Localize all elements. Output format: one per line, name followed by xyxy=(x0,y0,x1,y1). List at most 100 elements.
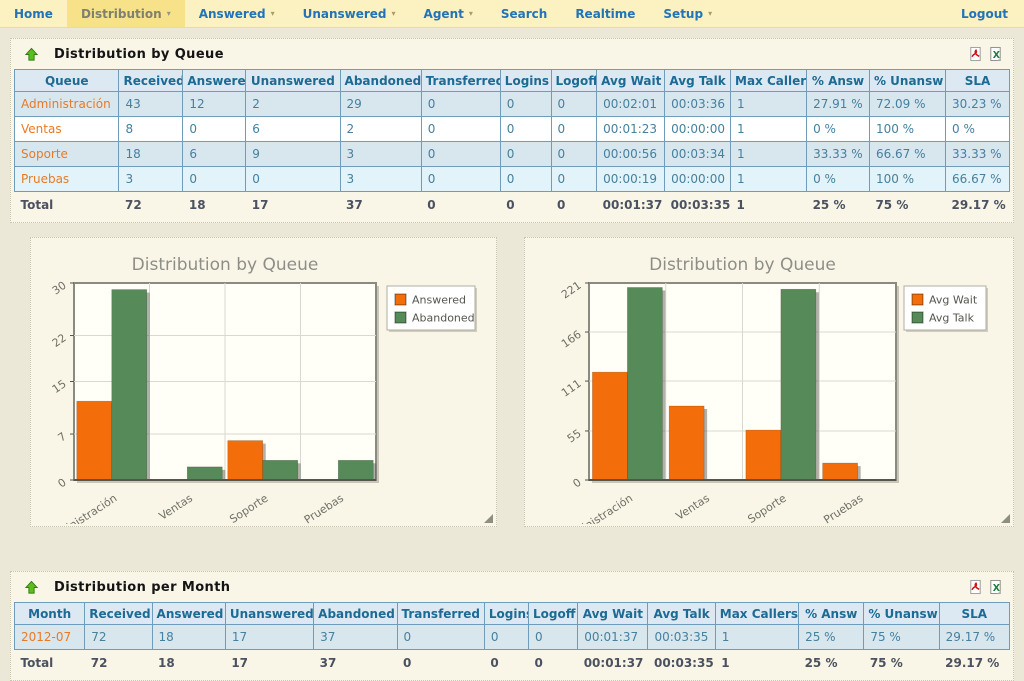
cell: 00:03:36 xyxy=(665,92,731,117)
cell: 37 xyxy=(314,625,397,650)
column-header: Unanswered xyxy=(246,70,340,92)
nav-item-home[interactable]: Home xyxy=(0,0,67,27)
cell: 27.91 % xyxy=(807,92,870,117)
cell: 0 xyxy=(484,625,528,650)
nav-spacer xyxy=(726,0,945,27)
nav-item-setup[interactable]: Setup▾ xyxy=(649,0,726,27)
column-header: % Unansw xyxy=(864,603,939,625)
nav-item-realtime[interactable]: Realtime xyxy=(561,0,649,27)
column-header: Answered xyxy=(183,70,246,92)
cell: 00:00:00 xyxy=(665,167,731,192)
nav-item-distribution[interactable]: Distribution ▾ xyxy=(67,0,185,27)
column-header: % Answ xyxy=(807,70,870,92)
total-cell: 17 xyxy=(246,192,340,217)
column-header: % Unansw xyxy=(869,70,945,92)
svg-text:Ventas: Ventas xyxy=(674,491,713,522)
queue-link[interactable]: Soporte xyxy=(15,142,119,167)
queue-panel-title: Distribution by Queue xyxy=(54,47,224,62)
nav-item-label: Agent xyxy=(424,7,464,21)
cell: 0 % xyxy=(946,117,1010,142)
export-pdf-icon[interactable] xyxy=(967,46,984,63)
cell: 00:03:34 xyxy=(665,142,731,167)
total-cell: 0 xyxy=(551,192,597,217)
cell: 0 % xyxy=(807,167,870,192)
chevron-down-icon: ▾ xyxy=(708,9,712,18)
nav-item-answered[interactable]: Answered▾ xyxy=(185,0,289,27)
cell: 9 xyxy=(246,142,340,167)
top-navbar: HomeDistribution▾Answered▾Unanswered▾Age… xyxy=(0,0,1024,28)
cell: 33.33 % xyxy=(807,142,870,167)
cell: 100 % xyxy=(869,167,945,192)
queue-link[interactable]: Administración xyxy=(15,92,119,117)
svg-text:30: 30 xyxy=(50,279,69,298)
total-cell: 0 xyxy=(421,192,500,217)
column-header: Unanswered xyxy=(225,603,313,625)
svg-text:Administración: Administración xyxy=(559,492,635,524)
cell: 25 % xyxy=(799,625,864,650)
total-cell: 00:01:37 xyxy=(597,192,665,217)
svg-text:Ventas: Ventas xyxy=(157,491,196,522)
distribution-times-chart: Distribution by Queue055111166221Adminis… xyxy=(525,238,1013,527)
cell: 0 xyxy=(183,117,246,142)
collapse-up-icon[interactable] xyxy=(23,46,40,63)
collapse-up-icon[interactable] xyxy=(23,579,40,596)
cell: 6 xyxy=(246,117,340,142)
month-link[interactable]: 2012-07 xyxy=(15,625,85,650)
column-header: Max Callers xyxy=(715,603,798,625)
cell: 0 % xyxy=(807,117,870,142)
chevron-down-icon: ▾ xyxy=(167,9,171,18)
svg-text:22: 22 xyxy=(50,331,69,350)
column-header: Avg Wait xyxy=(578,603,648,625)
chart-panel-times: Distribution by Queue055111166221Adminis… xyxy=(524,237,1014,527)
queue-link[interactable]: Pruebas xyxy=(15,167,119,192)
total-cell: 29.17 % xyxy=(946,192,1010,217)
table-row: 2012-077218173700000:01:3700:03:35125 %7… xyxy=(15,625,1010,650)
month-table: MonthReceivedAnsweredUnansweredAbandoned… xyxy=(14,602,1010,674)
export-pdf-icon[interactable] xyxy=(967,579,984,596)
column-header: SLA xyxy=(946,70,1010,92)
total-row: Total7218173700000:01:3700:03:35125 %75 … xyxy=(15,192,1010,217)
nav-item-label: Distribution xyxy=(81,7,162,21)
nav-item-unanswered[interactable]: Unanswered▾ xyxy=(289,0,410,27)
total-cell: 25 % xyxy=(807,192,870,217)
chevron-down-icon: ▾ xyxy=(392,9,396,18)
cell: 00:01:23 xyxy=(597,117,665,142)
svg-text:Soporte: Soporte xyxy=(227,491,270,524)
cell: 18 xyxy=(152,625,225,650)
chevron-down-icon: ▾ xyxy=(469,9,473,18)
svg-text:0: 0 xyxy=(56,476,69,491)
queue-table: QueueReceivedAnsweredUnansweredAbandoned… xyxy=(14,69,1010,216)
nav-item-label: Realtime xyxy=(575,7,635,21)
month-panel-title: Distribution per Month xyxy=(54,580,230,595)
column-header: Max Callers xyxy=(731,70,807,92)
export-excel-icon[interactable]: X xyxy=(987,579,1004,596)
cell: 1 xyxy=(731,117,807,142)
nav-item-search[interactable]: Search xyxy=(487,0,561,27)
table-row: Ventas806200000:01:2300:00:0010 %100 %0 … xyxy=(15,117,1010,142)
chevron-down-icon: ▾ xyxy=(271,9,275,18)
column-header: Logins xyxy=(484,603,528,625)
cell: 29 xyxy=(340,92,421,117)
column-header: Avg Talk xyxy=(665,70,731,92)
nav-logout[interactable]: Logout xyxy=(945,0,1024,27)
svg-text:Answered: Answered xyxy=(412,294,466,307)
svg-text:Avg Wait: Avg Wait xyxy=(929,294,978,307)
column-header: Logins xyxy=(500,70,551,92)
cell: 00:00:19 xyxy=(597,167,665,192)
svg-text:Distribution by Queue: Distribution by Queue xyxy=(132,255,319,275)
cell: 29.17 % xyxy=(939,625,1009,650)
distribution-calls-chart: Distribution by Queue07152230Administrac… xyxy=(31,238,496,527)
nav-item-agent[interactable]: Agent ▾ xyxy=(410,0,487,27)
nav-item-label: Search xyxy=(501,7,547,21)
resize-grip-icon[interactable] xyxy=(1001,514,1010,523)
export-excel-icon[interactable]: X xyxy=(987,46,1004,63)
svg-text:111: 111 xyxy=(559,377,584,400)
column-header: Month xyxy=(15,603,85,625)
resize-grip-icon[interactable] xyxy=(484,514,493,523)
table-row: Pruebas300300000:00:1900:00:0010 %100 %6… xyxy=(15,167,1010,192)
cell: 6 xyxy=(183,142,246,167)
queue-link[interactable]: Ventas xyxy=(15,117,119,142)
column-header: Logoff xyxy=(529,603,578,625)
column-header: Answered xyxy=(152,603,225,625)
cell: 30.23 % xyxy=(946,92,1010,117)
